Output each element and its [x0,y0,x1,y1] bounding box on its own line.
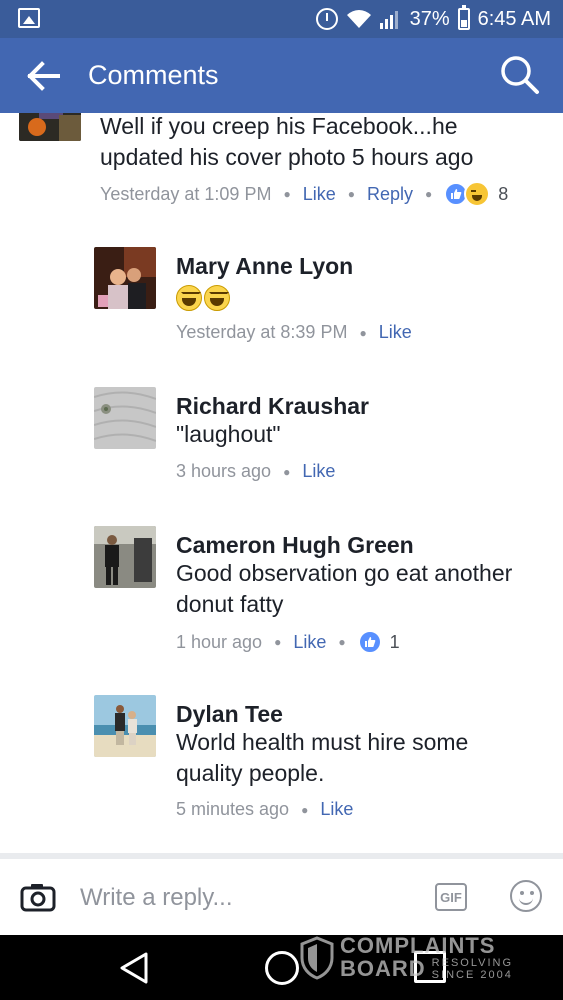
search-icon [501,56,539,94]
comment-text-line: updated his cover photo 5 hours ago [100,144,474,170]
comment-time: Yesterday at 8:39 PM [176,322,348,342]
comment-text-line: "laughout" [176,421,281,447]
camera-button[interactable] [20,882,56,912]
separator-dot: ● [301,802,309,817]
commenter-name[interactable]: Richard Kraushar [176,393,369,420]
comment-text-line: donut fatty [176,591,284,617]
signal-icon [379,9,402,29]
gallery-notification-icon [18,8,40,28]
back-button[interactable] [24,58,64,94]
separator-dot: ● [274,635,282,649]
reaction-count[interactable]: 1 [390,632,400,653]
comment-item: Well if you creep his Facebook...he upda… [0,113,563,233]
laughing-emoji-icon [176,285,202,311]
comment-text-line: Well if you creep his Facebook...he [100,113,458,139]
separator-dot: ● [347,187,355,201]
comment-meta: 3 hours ago ● Like [176,461,335,482]
separator-dot: ● [283,464,291,479]
app-bar: Comments [0,38,563,113]
sticker-smiley-icon[interactable] [510,880,542,912]
like-reaction-icon[interactable] [357,630,382,654]
comment-time: 3 hours ago [176,461,272,481]
separator-dot: ● [283,187,291,201]
page-title: Comments [88,60,219,90]
reaction-count[interactable]: 8 [498,184,508,205]
separator-dot: ● [425,187,433,201]
like-link[interactable]: Like [302,461,335,482]
comment-meta: Yesterday at 8:39 PM ● Like [176,322,412,343]
nav-back-button[interactable] [118,951,150,985]
avatar[interactable] [94,247,156,309]
wifi-icon [346,9,372,29]
status-bar: 37% 6:45 AM [0,0,563,38]
comments-list: Well if you creep his Facebook...he upda… [0,113,563,853]
commenter-name[interactable]: Mary Anne Lyon [176,253,353,280]
comment-meta: 1 hour ago ● Like ● 1 [176,630,400,654]
comment-time: 5 minutes ago [176,799,290,819]
battery-icon [457,5,470,30]
avatar[interactable] [94,695,156,757]
comment-meta: Yesterday at 1:09 PM ● Like ● Reply ● 8 [100,181,508,207]
reply-input[interactable] [80,877,410,919]
comment-meta: 5 minutes ago ● Like [176,799,353,820]
avatar[interactable] [94,387,156,449]
back-arrow-icon [27,61,60,91]
reply-composer: GIF [0,859,563,935]
like-link[interactable]: Like [320,799,353,820]
android-nav-bar [0,935,563,1000]
like-link[interactable]: Like [303,184,336,205]
nav-recents-button[interactable] [414,951,446,983]
avatar[interactable] [19,113,81,141]
commenter-name[interactable]: Dylan Tee [176,701,283,728]
clock: 6:45 AM [477,7,551,30]
like-link[interactable]: Like [379,322,412,343]
separator-dot: ● [338,635,346,649]
comment-text-line: World health must hire some [176,729,469,755]
camera-icon [20,884,56,912]
haha-reaction-icon[interactable] [464,181,491,207]
triangle-back-icon [120,952,148,984]
status-indicators: 37% 6:45 AM [315,0,551,38]
comment-text-line: Good observation go eat another [176,560,513,586]
commenter-name[interactable]: Cameron Hugh Green [176,532,414,559]
gif-button[interactable]: GIF [435,883,467,911]
battery-percent: 37% [409,7,450,30]
like-link[interactable]: Like [293,632,326,653]
nav-home-button[interactable] [265,951,299,985]
reply-link[interactable]: Reply [367,184,413,205]
alarm-icon [315,8,338,30]
comment-time: Yesterday at 1:09 PM [100,183,272,204]
emoji-row [176,285,230,311]
comment-text-line: quality people. [176,760,325,786]
search-button[interactable] [499,54,541,96]
comment-time: 1 hour ago [176,631,263,652]
laughing-emoji-icon [204,285,230,311]
avatar[interactable] [94,526,156,588]
separator-dot: ● [359,325,367,340]
